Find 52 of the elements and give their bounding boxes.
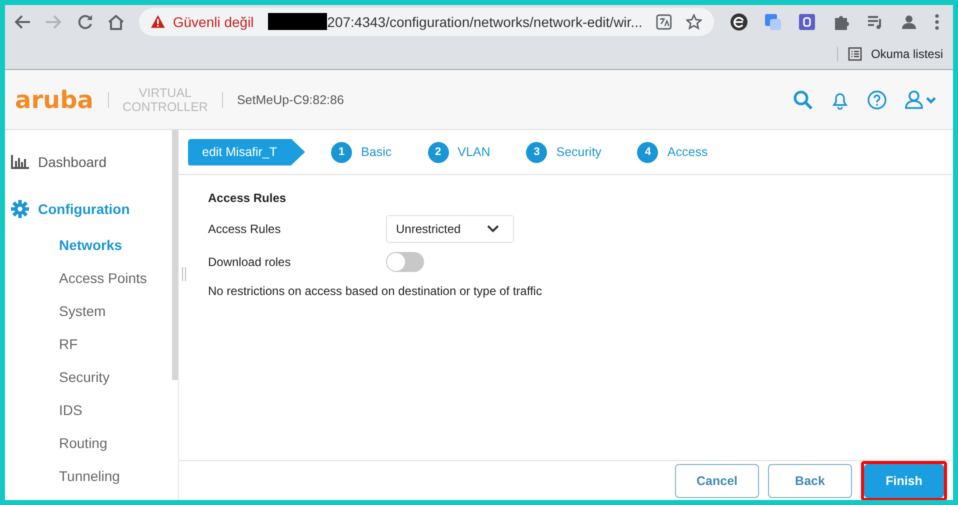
home-icon[interactable] (107, 14, 125, 30)
reading-list-button[interactable]: Okuma listesi (836, 46, 947, 60)
sidebar-item[interactable]: Routing (5, 426, 172, 459)
translate-extension-icon[interactable] (764, 12, 782, 30)
help-icon[interactable] (867, 90, 887, 110)
menu-icon[interactable] (934, 12, 940, 30)
sidebar-item[interactable]: IDS (5, 393, 172, 426)
sidebar-item[interactable]: Security (5, 360, 172, 393)
back-button[interactable]: Back (768, 464, 852, 498)
user-menu-icon[interactable] (905, 90, 939, 110)
wizard-step[interactable]: 1 Basic (331, 142, 392, 162)
wizard-step[interactable]: 4 Access (637, 142, 708, 162)
security-label: Güvenli değil (172, 14, 254, 30)
bar-chart-icon (11, 154, 29, 168)
wizard-step[interactable]: 2 VLAN (428, 142, 490, 162)
sidebar-item[interactable]: Dashboard (5, 146, 172, 177)
finish-button[interactable]: Finish (864, 464, 944, 498)
toggle-switch[interactable] (386, 252, 424, 272)
star-icon[interactable] (686, 14, 702, 30)
cancel-button[interactable]: Cancel (675, 464, 759, 498)
sidebar-item[interactable]: Configuration (5, 193, 172, 224)
sidebar-item[interactable]: System (5, 294, 172, 327)
back-icon[interactable] (13, 14, 31, 30)
sidebar-item[interactable]: RF (5, 327, 172, 360)
device-name: SetMeUp-C9:82:86 (236, 92, 344, 106)
field-label: Download roles (208, 254, 292, 268)
description-text: No restrictions on access based on destination or type of traffic (208, 284, 543, 298)
scrollbar[interactable] (172, 130, 178, 380)
dropdown[interactable]: Unrestricted (386, 214, 514, 242)
translate-icon[interactable] (656, 14, 672, 30)
sidebar-item[interactable]: Tunneling (5, 459, 172, 492)
profile-icon[interactable] (900, 12, 918, 30)
product-name: VIRTUAL (138, 86, 192, 100)
drag-handle-icon[interactable] (181, 267, 187, 281)
chevron-down-icon (487, 224, 499, 232)
warning-icon (151, 15, 165, 28)
square-extension-icon[interactable] (798, 12, 816, 30)
reload-icon[interactable] (77, 14, 93, 30)
logo: aruba (15, 88, 94, 112)
circle-icon[interactable] (730, 12, 748, 30)
url-text: 207:4343/configuration/networks/network-edit/wir... (327, 14, 642, 30)
product-name: CONTROLLER (122, 100, 208, 114)
sidebar-item[interactable]: Networks (5, 228, 172, 261)
field-label: Access Rules (208, 222, 282, 236)
sidebar-item[interactable]: Access Points (5, 261, 172, 294)
gear-icon (11, 200, 29, 218)
address-bar[interactable]: Güvenli değil 207:4343/configuration/networks/network-edit/wir... (139, 8, 714, 36)
redaction-bar (268, 13, 328, 30)
wizard-step[interactable]: 3 Security (526, 142, 602, 162)
search-icon[interactable] (793, 90, 813, 110)
section-heading: Access Rules (208, 191, 288, 205)
list-icon (848, 46, 862, 60)
